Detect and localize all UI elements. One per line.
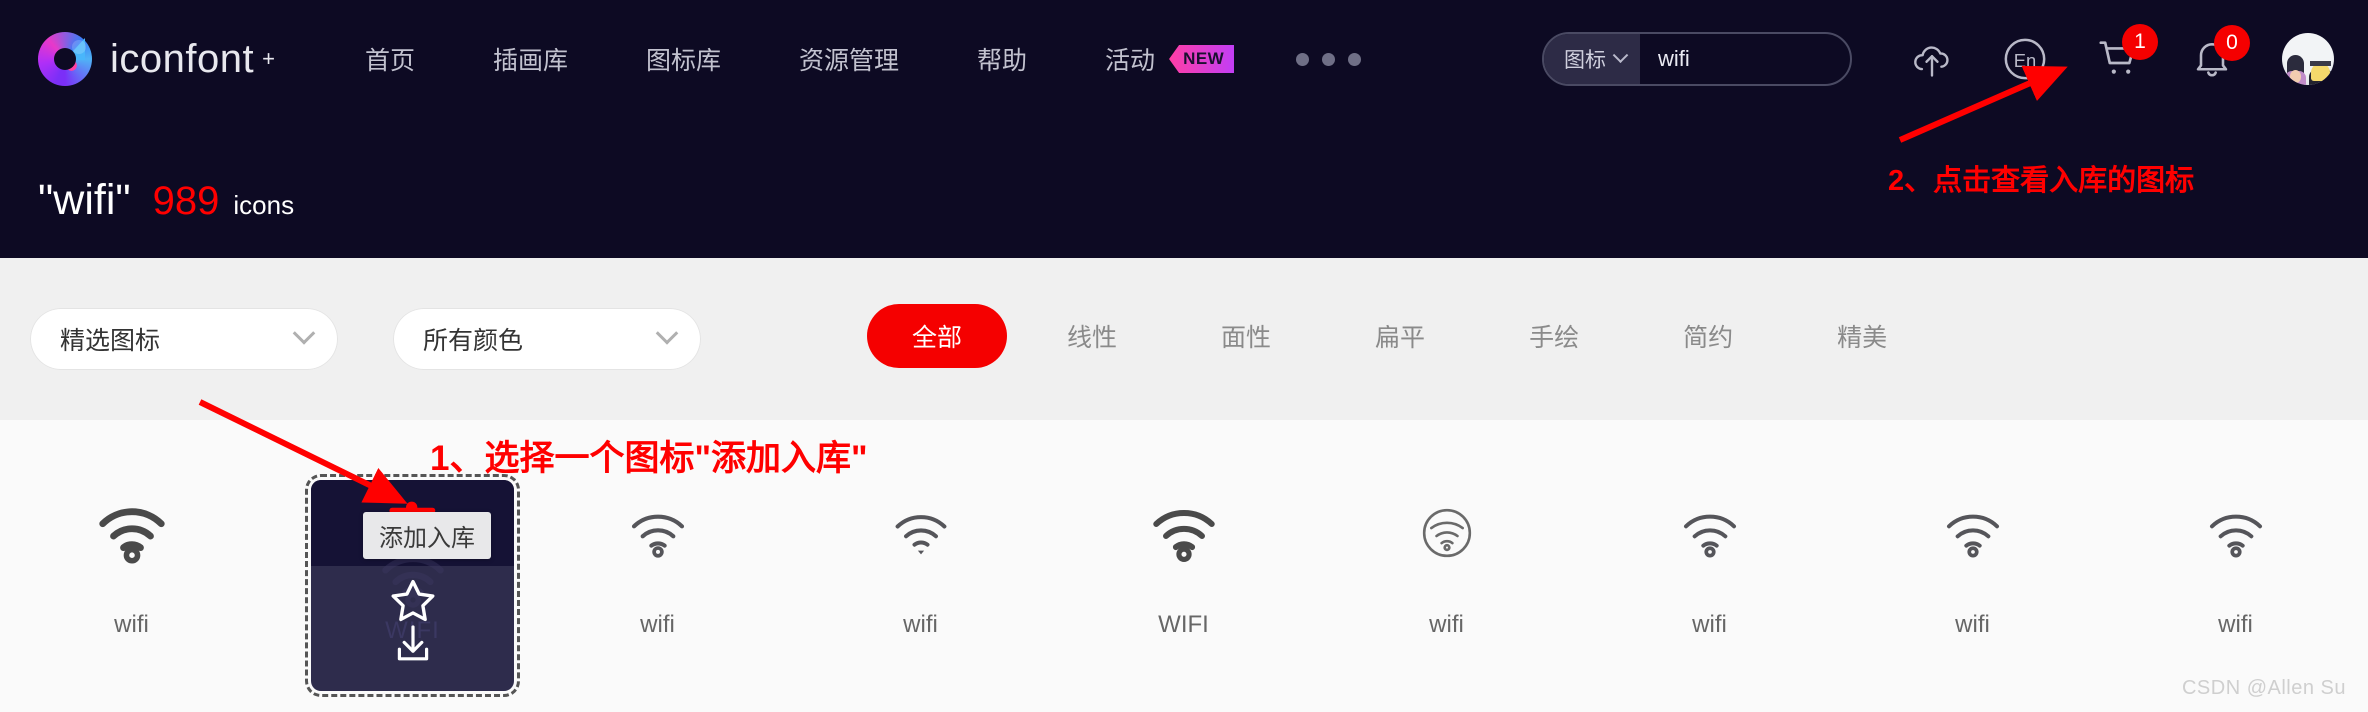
icon-name: WIFI xyxy=(1158,611,1209,638)
tab-label: 简约 xyxy=(1683,324,1734,352)
icon-card[interactable]: WIFI xyxy=(1052,425,1315,712)
select-value: 所有颜色 xyxy=(423,327,524,355)
nav-label: 帮助 xyxy=(977,47,1028,75)
icon-name: wifi xyxy=(1955,611,1990,638)
svg-text:En: En xyxy=(2014,50,2037,71)
wifi-circle-icon xyxy=(1414,487,1480,579)
language-en-icon: En xyxy=(2004,38,2046,80)
avatar-part xyxy=(2290,70,2301,83)
tab-label: 面性 xyxy=(1221,324,1272,352)
new-badge: NEW xyxy=(1169,45,1235,73)
icon-name: wifi xyxy=(1692,611,1727,638)
avatar-part xyxy=(2310,61,2331,66)
tab-flat[interactable]: 扁平 xyxy=(1375,304,1425,368)
icon-name: wifi xyxy=(1429,611,1464,638)
chevron-down-icon xyxy=(292,322,316,345)
icon-name: wifi xyxy=(114,611,149,638)
brand-plus: + xyxy=(262,46,275,71)
tab-filled[interactable]: 面性 xyxy=(1221,304,1271,368)
download-button[interactable] xyxy=(388,620,438,673)
more-menu-icon[interactable] xyxy=(1296,52,1362,66)
nav-item-home[interactable]: 首页 xyxy=(365,41,415,77)
avatar[interactable] xyxy=(2282,33,2334,85)
icon-grid: wifi WIFI 添加入库 wifi wifi WIFI wifi wifi … xyxy=(0,425,2368,712)
cart-count-badge: 1 xyxy=(2122,24,2158,60)
select-value: 精选图标 xyxy=(60,327,161,355)
tab-all[interactable]: 全部 xyxy=(867,304,1008,368)
search-input[interactable] xyxy=(1640,46,1850,72)
nav-label: 图标库 xyxy=(646,47,722,75)
tab-label: 线性 xyxy=(1067,324,1118,352)
tab-label: 扁平 xyxy=(1375,324,1426,352)
wifi-icon xyxy=(2204,487,2268,579)
page-title: "wifi" 989 icons xyxy=(38,176,294,225)
watermark: CSDN @Allen Su xyxy=(2181,677,2346,699)
cloud-upload-icon xyxy=(1914,46,1949,77)
select-icon-collection[interactable]: 精选图标 xyxy=(30,308,338,370)
nav-label: 首页 xyxy=(364,47,415,75)
nav-item-help[interactable]: 帮助 xyxy=(977,41,1027,77)
wifi-icon xyxy=(1941,487,2005,579)
cart-button[interactable]: 1 xyxy=(2096,24,2158,82)
wifi-icon xyxy=(889,487,953,579)
wifi-icon xyxy=(95,487,169,579)
site-header: iconfont + 首页 插画库 图标库 资源管理 帮助 活动 NEW 图标 … xyxy=(0,0,2368,258)
search-bar[interactable]: 图标 xyxy=(1542,32,1852,86)
nav-item-illustrations[interactable]: 插画库 xyxy=(493,41,568,77)
iconfont-logo-icon xyxy=(38,32,92,86)
download-icon xyxy=(397,625,428,661)
icon-name: wifi xyxy=(2218,611,2253,638)
icon-card[interactable]: wifi xyxy=(1841,425,2104,712)
header-actions: 图标 En xyxy=(1542,0,2334,118)
brand-name: iconfont xyxy=(110,36,255,81)
add-to-cart-tooltip: 添加入库 xyxy=(363,512,491,559)
nav-label: 插画库 xyxy=(492,47,568,75)
nav-label: 活动 xyxy=(1105,47,1156,75)
search-type-dropdown[interactable]: 图标 xyxy=(1544,34,1640,84)
brand-logo[interactable]: iconfont + xyxy=(38,32,275,86)
result-unit: icons xyxy=(233,190,295,220)
wifi-icon xyxy=(1148,487,1220,579)
search-query-text: "wifi" xyxy=(38,176,131,224)
nav-item-icons[interactable]: 图标库 xyxy=(646,41,721,77)
result-count: 989 xyxy=(152,179,220,223)
dot xyxy=(1322,52,1336,66)
annotation-step-2: 2、点击查看入库的图标 xyxy=(1888,165,2195,197)
wifi-icon xyxy=(1678,487,1742,579)
nav-item-resources[interactable]: 资源管理 xyxy=(799,41,899,77)
bell-count-badge: 0 xyxy=(2214,25,2250,61)
search-type-label: 图标 xyxy=(1564,49,1606,72)
language-button[interactable]: En xyxy=(2002,36,2048,82)
tab-label: 手绘 xyxy=(1529,324,1580,352)
icon-card[interactable]: wifi xyxy=(0,425,263,712)
dot xyxy=(1296,52,1310,66)
annotation-step-1: 1、选择一个图标"添加入库" xyxy=(430,439,868,478)
wifi-icon xyxy=(626,487,690,579)
icon-card[interactable]: wifi xyxy=(1578,425,1841,712)
icon-card[interactable]: wifi xyxy=(1315,425,1578,712)
tab-label: 全部 xyxy=(912,324,963,352)
icon-name: wifi xyxy=(640,611,675,638)
tab-label: 精美 xyxy=(1837,324,1888,352)
dot xyxy=(1348,52,1362,66)
upload-button[interactable] xyxy=(1910,37,1954,81)
icon-name: wifi xyxy=(903,611,938,638)
nav-item-activity[interactable]: 活动 NEW xyxy=(1105,41,1235,77)
notifications-button[interactable]: 0 xyxy=(2190,25,2250,81)
tab-handdrawn[interactable]: 手绘 xyxy=(1529,304,1579,368)
nav-links: 首页 插画库 图标库 资源管理 帮助 活动 NEW xyxy=(365,41,1362,77)
tab-simple[interactable]: 简约 xyxy=(1683,304,1733,368)
nav-label: 资源管理 xyxy=(799,47,900,75)
top-navbar: iconfont + 首页 插画库 图标库 资源管理 帮助 活动 NEW 图标 … xyxy=(0,0,2368,118)
icon-card[interactable]: wifi xyxy=(2104,425,2367,712)
category-tabs: 全部 线性 面性 扁平 手绘 简约 精美 xyxy=(867,304,1991,368)
tab-refined[interactable]: 精美 xyxy=(1837,304,1887,368)
chevron-down-icon xyxy=(1612,46,1629,63)
select-color[interactable]: 所有颜色 xyxy=(393,308,701,370)
tab-linear[interactable]: 线性 xyxy=(1067,304,1117,368)
chevron-down-icon xyxy=(655,322,679,345)
